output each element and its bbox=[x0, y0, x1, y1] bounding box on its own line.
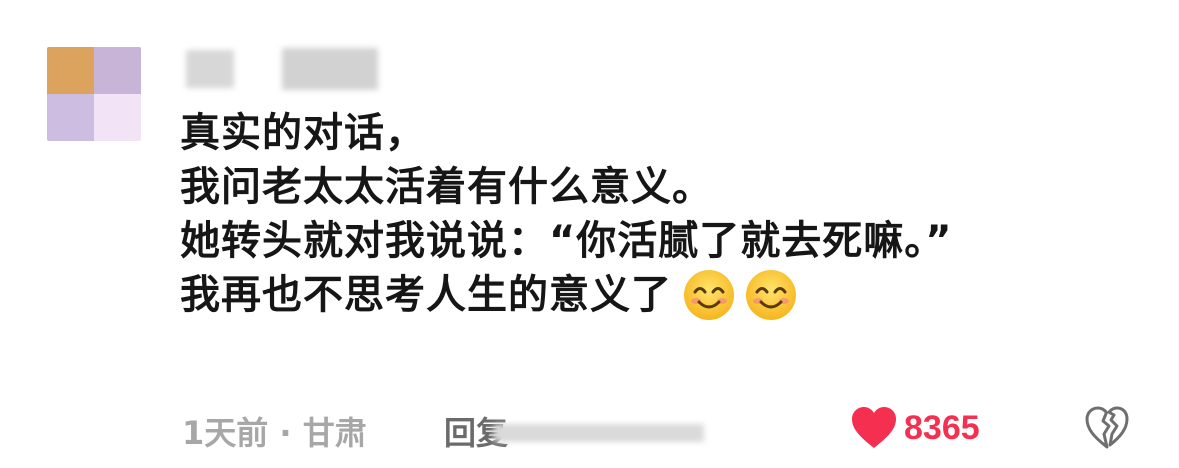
redaction-block bbox=[282, 48, 378, 90]
redaction-block bbox=[186, 50, 234, 88]
like-button[interactable]: 8365 bbox=[850, 404, 980, 452]
heart-icon bbox=[852, 407, 896, 448]
comment-meta: 1天前 · 甘肃 bbox=[182, 414, 367, 452]
avatar-tile bbox=[94, 94, 141, 141]
smiling-face-emoji-icon bbox=[746, 270, 796, 320]
avatar-tile bbox=[47, 47, 94, 94]
avatar-tile bbox=[94, 47, 141, 94]
comment-body: 真实的对话， 我问老太太活着有什么意义。 她转头就对我说说：“你活腻了就去死嘛。… bbox=[180, 106, 1080, 322]
like-count: 8365 bbox=[904, 408, 980, 447]
redaction-block bbox=[494, 424, 704, 442]
smiling-face-emoji-icon bbox=[684, 270, 734, 320]
comment-last-line: 我再也不思考人生的意义了 bbox=[180, 268, 1080, 322]
comment-footer: 1天前 · 甘肃 回复 8365 bbox=[182, 404, 1179, 452]
avatar-tile bbox=[47, 94, 94, 141]
comment-line: 我问老太太活着有什么意义。 bbox=[180, 164, 713, 210]
comment-line: 我再也不思考人生的意义了 bbox=[180, 272, 672, 318]
comment-line: 她转头就对我说说：“你活腻了就去死嘛。” bbox=[180, 218, 953, 264]
comment-line: 真实的对话， bbox=[180, 110, 426, 156]
broken-heart-icon[interactable] bbox=[1084, 406, 1130, 450]
username-redacted[interactable] bbox=[186, 44, 382, 94]
avatar[interactable] bbox=[47, 47, 141, 141]
